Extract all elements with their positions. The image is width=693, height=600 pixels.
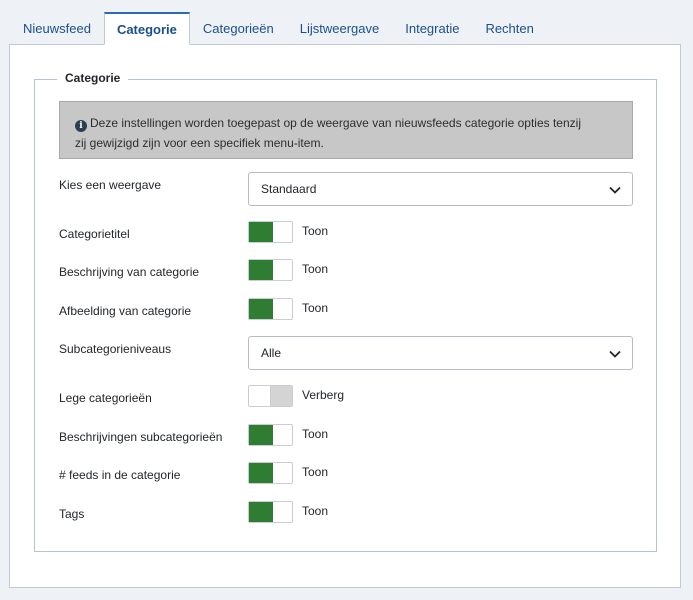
chevron-down-icon bbox=[609, 186, 621, 194]
category-fieldset: Categorie i Deze instellingen worden toeg… bbox=[34, 71, 657, 552]
tab-panel: Categorie i Deze instellingen worden toeg… bbox=[9, 44, 681, 588]
info-circle-icon: i bbox=[75, 120, 87, 132]
tab-bar: Nieuwsfeed Categorie Categorieën Lijstwe… bbox=[10, 12, 547, 45]
switch-on-fill bbox=[249, 260, 273, 280]
tab-lijstweergave[interactable]: Lijstweergave bbox=[287, 12, 393, 45]
tags-label: Tags bbox=[59, 507, 85, 521]
switch-off-knob bbox=[249, 386, 271, 406]
info-alert: i Deze instellingen worden toegepast op d… bbox=[59, 101, 633, 159]
alert-text-line2: zij gewijzigd zijn voor een specifiek me… bbox=[75, 136, 324, 150]
subcategory-descriptions-row: Beschrijvingen subcategorieën Toon bbox=[59, 424, 634, 458]
category-title-switch[interactable] bbox=[248, 221, 293, 243]
feeds-in-category-state: Toon bbox=[302, 465, 329, 479]
category-image-row: Afbeelding van categorie Toon bbox=[59, 298, 634, 332]
tags-switch[interactable] bbox=[248, 501, 293, 523]
alert-text-line1: Deze instellingen worden toegepast op de… bbox=[90, 116, 581, 130]
layout-select[interactable]: Standaard bbox=[248, 172, 633, 206]
subcategory-descriptions-state: Toon bbox=[302, 427, 329, 441]
switch-on-fill bbox=[249, 502, 273, 522]
category-image-label: Afbeelding van categorie bbox=[59, 304, 192, 318]
tags-state: Toon bbox=[302, 504, 329, 518]
feeds-in-category-label: # feeds in de categorie bbox=[59, 468, 181, 482]
category-description-label: Beschrijving van categorie bbox=[59, 265, 200, 279]
tab-categorieen[interactable]: Categorieën bbox=[190, 12, 287, 45]
empty-categories-state: Verberg bbox=[302, 388, 345, 402]
feeds-in-category-row: # feeds in de categorie Toon bbox=[59, 462, 634, 496]
tab-integratie[interactable]: Integratie bbox=[392, 12, 472, 45]
category-title-label: Categorietitel bbox=[59, 227, 130, 241]
subcategory-descriptions-switch[interactable] bbox=[248, 424, 293, 446]
subcategory-levels-row: Subcategorieniveaus Alle bbox=[59, 336, 634, 370]
chevron-down-icon bbox=[609, 350, 621, 358]
feeds-in-category-switch[interactable] bbox=[248, 462, 293, 484]
subcategory-levels-select[interactable]: Alle bbox=[248, 336, 633, 370]
category-title-state: Toon bbox=[302, 224, 329, 238]
category-image-state: Toon bbox=[302, 301, 329, 315]
fieldset-legend: Categorie bbox=[57, 71, 129, 85]
category-description-row: Beschrijving van categorie Toon bbox=[59, 259, 634, 293]
switch-on-fill bbox=[249, 463, 273, 483]
subcategory-descriptions-label: Beschrijvingen subcategorieën bbox=[59, 430, 223, 444]
tab-categorie[interactable]: Categorie bbox=[103, 12, 190, 45]
switch-on-fill bbox=[249, 222, 273, 242]
switch-on-fill bbox=[249, 425, 273, 445]
layout-label: Kies een weergave bbox=[59, 178, 162, 192]
layout-select-value: Standaard bbox=[261, 182, 317, 196]
layout-row: Kies een weergave Standaard bbox=[59, 172, 634, 206]
empty-categories-label: Lege categorieën bbox=[59, 391, 152, 405]
subcategory-levels-label: Subcategorieniveaus bbox=[59, 342, 172, 356]
empty-categories-switch[interactable] bbox=[248, 385, 293, 407]
empty-categories-row: Lege categorieën Verberg bbox=[59, 385, 634, 419]
tab-rechten[interactable]: Rechten bbox=[472, 12, 546, 45]
category-title-row: Categorietitel Toon bbox=[59, 221, 634, 255]
tags-row: Tags Toon bbox=[59, 501, 634, 535]
tab-nieuwsfeed[interactable]: Nieuwsfeed bbox=[10, 12, 104, 45]
subcategory-levels-select-value: Alle bbox=[261, 346, 282, 360]
category-image-switch[interactable] bbox=[248, 298, 293, 320]
category-description-switch[interactable] bbox=[248, 259, 293, 281]
category-description-state: Toon bbox=[302, 262, 329, 276]
switch-on-fill bbox=[249, 299, 273, 319]
